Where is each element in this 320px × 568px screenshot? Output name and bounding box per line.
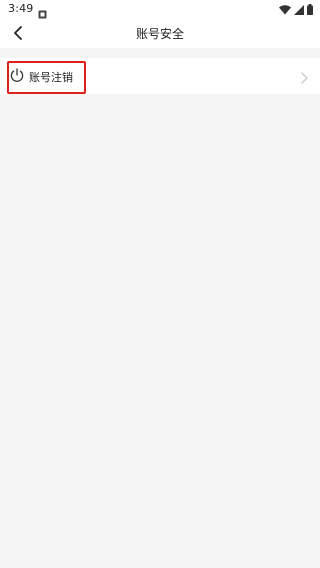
status-time: 3:49 (8, 2, 34, 15)
power-icon (9, 67, 25, 83)
chevron-right-icon (300, 69, 308, 84)
wifi-icon (279, 0, 291, 19)
account-cancellation-item[interactable]: 账号注销 (0, 58, 320, 94)
page-title: 账号安全 (135, 27, 184, 41)
account-cancellation-label: 账号注销 (29, 71, 73, 84)
battery-icon (307, 0, 313, 19)
status-bar: 3:49 (0, 0, 320, 20)
signal-icon (294, 0, 304, 19)
nav-bar: 账号安全 (0, 20, 320, 48)
notification-icon (38, 4, 47, 19)
status-icons (279, 3, 313, 15)
